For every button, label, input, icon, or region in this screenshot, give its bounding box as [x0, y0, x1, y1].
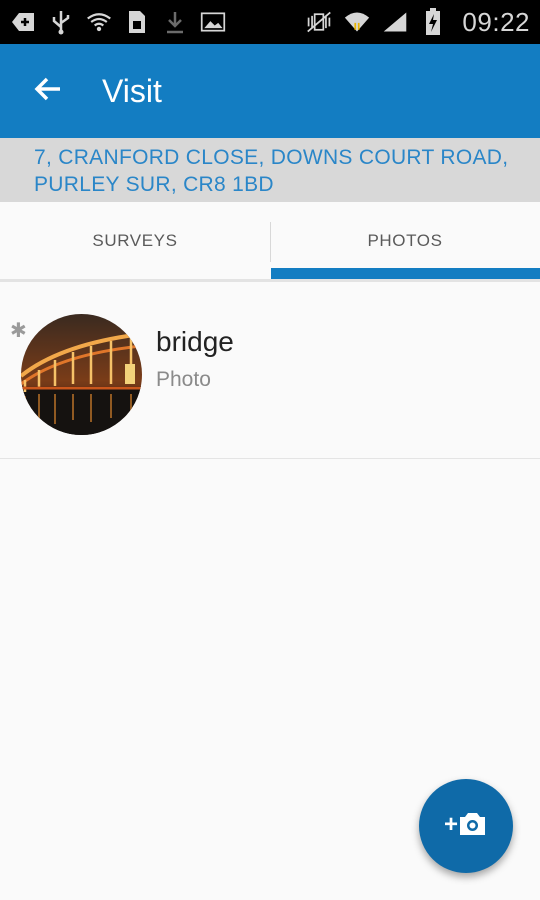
image-icon — [200, 9, 226, 35]
add-notification-icon — [10, 9, 36, 35]
list-item[interactable]: ✱ bridge Photo — [0, 282, 540, 459]
battery-charging-icon — [420, 8, 446, 35]
address-line-2: PURLEY SUR, CR8 1BD — [34, 173, 274, 196]
bridge-photo-thumbnail — [21, 314, 142, 435]
status-bar: 09:22 — [0, 0, 540, 44]
vibrate-mute-icon — [306, 9, 332, 35]
app-bar: Visit — [0, 44, 540, 138]
usb-icon — [48, 9, 74, 35]
download-icon — [162, 9, 188, 35]
add-photo-button[interactable]: + — [419, 779, 513, 873]
back-button[interactable] — [16, 59, 80, 123]
tab-surveys[interactable]: SURVEYS — [0, 202, 270, 279]
clock: 09:22 — [462, 6, 530, 37]
wifi-icon — [344, 9, 370, 35]
photo-list: ✱ bridge Photo — [0, 282, 540, 459]
signal-icon — [382, 9, 408, 35]
arrow-back-icon — [32, 73, 64, 110]
wifi-notification-icon — [86, 9, 112, 35]
address-banner: 7, CRANFORD CLOSE, DOWNS COURT ROAD, PUR… — [0, 138, 540, 202]
add-photo-icon: + — [444, 809, 488, 844]
page-title: Visit — [102, 72, 162, 109]
tab-divider — [270, 222, 271, 262]
asterisk-icon: ✱ — [10, 320, 27, 342]
item-title: bridge — [156, 326, 234, 357]
tab-selected-indicator — [271, 268, 540, 279]
item-subtitle: Photo — [156, 368, 211, 391]
address-line-1: 7, CRANFORD CLOSE, DOWNS COURT ROAD, — [34, 146, 509, 169]
svg-text:+: + — [444, 811, 458, 838]
sim-card-icon — [124, 9, 150, 35]
